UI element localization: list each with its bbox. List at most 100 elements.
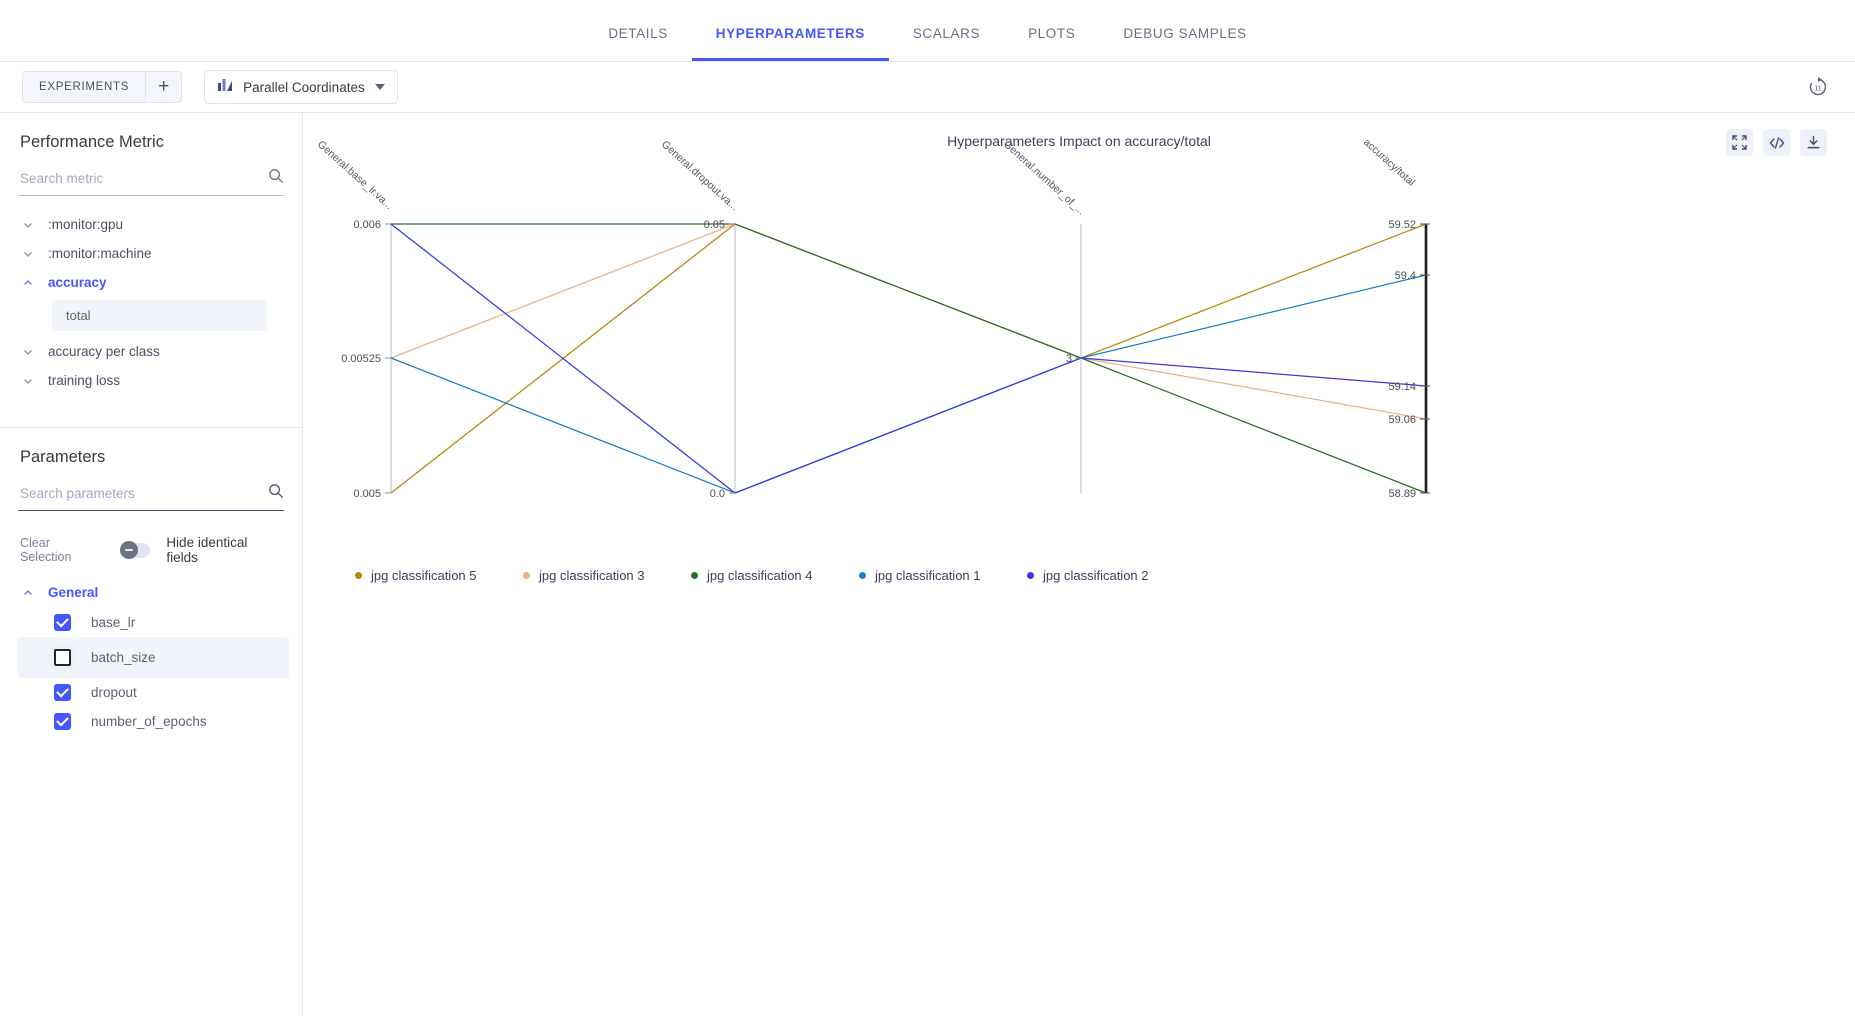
svg-text:59.4: 59.4 [1395, 270, 1416, 282]
metric-subitem-total[interactable]: total [52, 300, 267, 331]
legend-label: jpg classification 5 [371, 568, 477, 583]
main-area: Performance Metric :monitor:gpu [0, 113, 1855, 1016]
clear-selection-row: Clear Selection Hide identical fields [18, 525, 284, 571]
svg-text:59.14: 59.14 [1388, 381, 1416, 393]
search-icon[interactable] [268, 483, 284, 504]
legend-item-jpg-classification-2[interactable]: jpg classification 2 [1027, 568, 1195, 583]
svg-text:General.base_lr.va...: General.base_lr.va... [315, 138, 395, 212]
legend-label: jpg classification 3 [539, 568, 645, 583]
metric-item-training-loss[interactable]: training loss [18, 366, 284, 395]
hide-identical-fields-label: Hide identical fields [166, 535, 248, 565]
toolbar: EXPERIMENTS + Parallel Coordinates 11 [0, 62, 1855, 113]
series-line-jpg-classification-1[interactable] [390, 274, 1427, 494]
search-metric-input[interactable] [18, 170, 268, 187]
top-tab-bar: DETAILS HYPERPARAMETERS SCALARS PLOTS DE… [0, 0, 1855, 62]
plot-type-select[interactable]: Parallel Coordinates [204, 70, 398, 104]
metric-item-label: accuracy per class [48, 344, 160, 359]
checkbox-checked-icon[interactable] [54, 713, 71, 730]
metric-item-accuracy[interactable]: accuracy [18, 268, 284, 297]
chevron-down-icon [22, 375, 34, 387]
tab-list: DETAILS HYPERPARAMETERS SCALARS PLOTS DE… [584, 26, 1270, 61]
tab-scalars[interactable]: SCALARS [889, 26, 1004, 61]
axis-title-base-lr: General.base_lr.va... [315, 138, 395, 212]
legend-color-dot [1027, 572, 1034, 579]
performance-metric-panel: Performance Metric :monitor:gpu [0, 113, 302, 405]
sidebar: Performance Metric :monitor:gpu [0, 113, 303, 1016]
series-line-jpg-classification-3[interactable] [390, 223, 1427, 420]
param-row-base-lr[interactable]: base_lr [18, 608, 284, 637]
metric-item-label: accuracy [48, 275, 107, 290]
param-row-dropout[interactable]: dropout [18, 678, 284, 707]
series-line-jpg-classification-4[interactable] [391, 223, 1427, 494]
axis-ticks-base-lr: 0.006 0.00525 0.005 [341, 219, 391, 500]
svg-text:11: 11 [1814, 86, 1821, 93]
svg-text:0.05: 0.05 [704, 219, 725, 231]
metric-item-label: :monitor:machine [48, 246, 152, 261]
checkbox-checked-icon[interactable] [54, 614, 71, 631]
toggle-knob [120, 541, 139, 559]
legend-item-jpg-classification-3[interactable]: jpg classification 3 [523, 568, 691, 583]
svg-text:0.0: 0.0 [710, 488, 725, 500]
metric-item-monitor-gpu[interactable]: :monitor:gpu [18, 210, 284, 239]
metric-item-monitor-machine[interactable]: :monitor:machine [18, 239, 284, 268]
param-row-batch-size[interactable]: batch_size [18, 637, 289, 678]
series-line-jpg-classification-2[interactable] [390, 223, 1427, 494]
legend-color-dot [691, 572, 698, 579]
metric-item-accuracy-per-class[interactable]: accuracy per class [18, 337, 284, 366]
param-label: dropout [91, 685, 137, 700]
tab-details[interactable]: DETAILS [584, 26, 691, 61]
hide-identical-fields-toggle[interactable] [120, 541, 151, 559]
parallel-coordinates-svg[interactable]: General.base_lr.va... General.dropout.va… [303, 113, 1855, 673]
legend-label: jpg classification 4 [707, 568, 813, 583]
parameters-search-wrap [18, 483, 284, 511]
axis-ticks-dropout: 0.05 0.0 [704, 219, 735, 500]
legend-label: jpg classification 2 [1043, 568, 1149, 583]
checkbox-halo [48, 643, 77, 672]
checkbox-unchecked-icon[interactable] [54, 649, 71, 666]
performance-metric-title: Performance Metric [20, 133, 164, 151]
legend-label: jpg classification 1 [875, 568, 981, 583]
plot-type-label: Parallel Coordinates [243, 79, 365, 95]
experiments-group: EXPERIMENTS + [22, 71, 183, 103]
param-label: batch_size [91, 650, 156, 665]
metric-search-wrap [18, 168, 284, 196]
svg-text:59.06: 59.06 [1388, 414, 1416, 426]
svg-text:accuracy/total: accuracy/total [1361, 136, 1417, 188]
param-group-label: General [48, 585, 99, 600]
chevron-down-icon [22, 248, 34, 260]
svg-text:General.number_of_...: General.number_of_... [1001, 138, 1087, 217]
svg-text:59.52: 59.52 [1388, 219, 1416, 231]
legend-color-dot [859, 572, 866, 579]
legend-color-dot [523, 572, 530, 579]
search-parameters-input[interactable] [18, 485, 268, 502]
add-experiment-button[interactable]: + [145, 72, 181, 102]
parameters-title: Parameters [20, 448, 106, 466]
axis-title-dropout: General.dropout.va... [659, 138, 740, 213]
svg-text:58.89: 58.89 [1388, 488, 1416, 500]
experiments-button[interactable]: EXPERIMENTS [23, 72, 145, 102]
param-label: base_lr [91, 615, 136, 630]
checkbox-checked-icon[interactable] [54, 684, 71, 701]
param-label: number_of_epochs [91, 714, 207, 729]
param-row-number-of-epochs[interactable]: number_of_epochs [18, 707, 284, 736]
legend-item-jpg-classification-5[interactable]: jpg classification 5 [355, 568, 523, 583]
clear-selection-button[interactable]: Clear Selection [20, 536, 104, 564]
series-line-jpg-classification-5[interactable] [390, 223, 1427, 494]
svg-text:0.00525: 0.00525 [341, 353, 381, 365]
tab-debug-samples[interactable]: DEBUG SAMPLES [1099, 26, 1270, 61]
chevron-down-icon [374, 84, 385, 90]
parameters-panel: Parameters Clear Selection Hide identica… [0, 428, 302, 746]
svg-text:3: 3 [1066, 353, 1072, 365]
param-group-general[interactable]: General [18, 577, 284, 608]
legend-item-jpg-classification-4[interactable]: jpg classification 4 [691, 568, 859, 583]
search-icon[interactable] [268, 168, 284, 189]
legend-color-dot [355, 572, 362, 579]
refresh-icon[interactable]: 11 [1805, 74, 1831, 100]
legend-item-jpg-classification-1[interactable]: jpg classification 1 [859, 568, 1027, 583]
axis-title-epochs: General.number_of_... [1001, 138, 1087, 217]
tab-plots[interactable]: PLOTS [1004, 26, 1099, 61]
tab-hyperparameters[interactable]: HYPERPARAMETERS [691, 26, 889, 61]
chevron-down-icon [22, 346, 34, 358]
chevron-up-icon [22, 587, 34, 599]
svg-text:0.005: 0.005 [353, 488, 381, 500]
